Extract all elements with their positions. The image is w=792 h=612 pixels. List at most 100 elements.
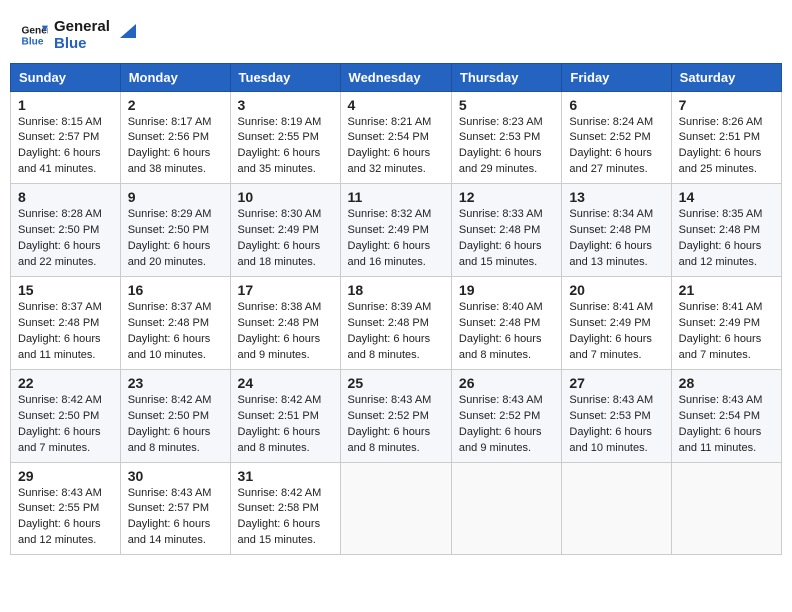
calendar-cell: 20Sunrise: 8:41 AMSunset: 2:49 PMDayligh…: [562, 277, 671, 370]
calendar-cell: 22 Sunrise: 8:42 AMSunset: 2:50 PMDayligh…: [11, 369, 121, 462]
day-info: Sunrise: 8:39 AMSunset: 2:48 PMDaylight:…: [348, 300, 444, 364]
calendar-week-2: 8 Sunrise: 8:28 AMSunset: 2:50 PMDaylight…: [11, 184, 782, 277]
day-number: 21: [679, 282, 774, 298]
day-number: 6: [569, 97, 663, 113]
day-info: Sunrise: 8:42 AMSunset: 2:51 PMDaylight:…: [238, 393, 333, 457]
calendar-cell: 29Sunrise: 8:43 AMSunset: 2:55 PMDayligh…: [11, 462, 121, 555]
day-info: Sunrise: 8:37 AMSunset: 2:48 PMDaylight:…: [18, 300, 113, 364]
day-info: Sunrise: 8:37 AMSunset: 2:48 PMDaylight:…: [128, 300, 223, 364]
day-number: 24: [238, 375, 333, 391]
col-header-wednesday: Wednesday: [340, 63, 451, 91]
day-info: Sunrise: 8:42 AMSunset: 2:50 PMDaylight:…: [18, 393, 113, 457]
calendar-cell: 9 Sunrise: 8:29 AMSunset: 2:50 PMDaylight…: [120, 184, 230, 277]
day-number: 5: [459, 97, 554, 113]
calendar-week-5: 29Sunrise: 8:43 AMSunset: 2:55 PMDayligh…: [11, 462, 782, 555]
logo-triangle: [114, 20, 136, 42]
col-header-sunday: Sunday: [11, 63, 121, 91]
calendar-cell: 15Sunrise: 8:37 AMSunset: 2:48 PMDayligh…: [11, 277, 121, 370]
calendar-cell: 6 Sunrise: 8:24 AMSunset: 2:52 PMDaylight…: [562, 91, 671, 184]
calendar-cell: 19Sunrise: 8:40 AMSunset: 2:48 PMDayligh…: [451, 277, 561, 370]
calendar-cell: 8 Sunrise: 8:28 AMSunset: 2:50 PMDaylight…: [11, 184, 121, 277]
day-info: Sunrise: 8:38 AMSunset: 2:48 PMDaylight:…: [238, 300, 333, 364]
calendar-cell: 14 Sunrise: 8:35 AMSunset: 2:48 PMDayligh…: [671, 184, 781, 277]
day-info: Sunrise: 8:29 AMSunset: 2:50 PMDaylight:…: [128, 207, 223, 271]
calendar-cell: 13Sunrise: 8:34 AMSunset: 2:48 PMDayligh…: [562, 184, 671, 277]
day-number: 3: [238, 97, 333, 113]
page-header: General Blue General Blue: [10, 10, 782, 59]
calendar-cell: 26 Sunrise: 8:43 AMSunset: 2:52 PMDayligh…: [451, 369, 561, 462]
day-info: Sunrise: 8:17 AMSunset: 2:56 PMDaylight:…: [128, 115, 223, 179]
calendar-cell: 1 Sunrise: 8:15 AMSunset: 2:57 PMDaylight…: [11, 91, 121, 184]
col-header-monday: Monday: [120, 63, 230, 91]
calendar-cell: 30Sunrise: 8:43 AMSunset: 2:57 PMDayligh…: [120, 462, 230, 555]
day-info: Sunrise: 8:21 AMSunset: 2:54 PMDaylight:…: [348, 115, 444, 179]
day-number: 8: [18, 189, 113, 205]
svg-text:Blue: Blue: [22, 37, 44, 48]
calendar-cell: 16 Sunrise: 8:37 AMSunset: 2:48 PMDayligh…: [120, 277, 230, 370]
day-number: 16: [128, 282, 223, 298]
day-number: 26: [459, 375, 554, 391]
day-info: Sunrise: 8:40 AMSunset: 2:48 PMDaylight:…: [459, 300, 554, 364]
col-header-saturday: Saturday: [671, 63, 781, 91]
col-header-thursday: Thursday: [451, 63, 561, 91]
day-info: Sunrise: 8:26 AMSunset: 2:51 PMDaylight:…: [679, 115, 774, 179]
calendar-week-4: 22 Sunrise: 8:42 AMSunset: 2:50 PMDayligh…: [11, 369, 782, 462]
calendar-week-3: 15Sunrise: 8:37 AMSunset: 2:48 PMDayligh…: [11, 277, 782, 370]
day-number: 28: [679, 375, 774, 391]
day-number: 20: [569, 282, 663, 298]
day-number: 23: [128, 375, 223, 391]
day-number: 29: [18, 468, 113, 484]
calendar-cell: 3 Sunrise: 8:19 AMSunset: 2:55 PMDaylight…: [230, 91, 340, 184]
day-number: 18: [348, 282, 444, 298]
day-info: Sunrise: 8:43 AMSunset: 2:52 PMDaylight:…: [348, 393, 444, 457]
calendar-cell: 5 Sunrise: 8:23 AMSunset: 2:53 PMDaylight…: [451, 91, 561, 184]
day-info: Sunrise: 8:43 AMSunset: 2:53 PMDaylight:…: [569, 393, 663, 457]
day-info: Sunrise: 8:32 AMSunset: 2:49 PMDaylight:…: [348, 207, 444, 271]
logo-general: General: [54, 18, 110, 35]
day-info: Sunrise: 8:30 AMSunset: 2:49 PMDaylight:…: [238, 207, 333, 271]
calendar-table: SundayMondayTuesdayWednesdayThursdayFrid…: [10, 63, 782, 556]
day-info: Sunrise: 8:43 AMSunset: 2:54 PMDaylight:…: [679, 393, 774, 457]
day-info: Sunrise: 8:24 AMSunset: 2:52 PMDaylight:…: [569, 115, 663, 179]
calendar-cell: 12 Sunrise: 8:33 AMSunset: 2:48 PMDayligh…: [451, 184, 561, 277]
day-info: Sunrise: 8:41 AMSunset: 2:49 PMDaylight:…: [679, 300, 774, 364]
day-number: 22: [18, 375, 113, 391]
day-info: Sunrise: 8:42 AMSunset: 2:50 PMDaylight:…: [128, 393, 223, 457]
calendar-cell: [451, 462, 561, 555]
day-info: Sunrise: 8:19 AMSunset: 2:55 PMDaylight:…: [238, 115, 333, 179]
calendar-week-1: 1 Sunrise: 8:15 AMSunset: 2:57 PMDaylight…: [11, 91, 782, 184]
day-info: Sunrise: 8:42 AMSunset: 2:58 PMDaylight:…: [238, 486, 333, 550]
calendar-cell: 2 Sunrise: 8:17 AMSunset: 2:56 PMDaylight…: [120, 91, 230, 184]
day-number: 11: [348, 189, 444, 205]
day-info: Sunrise: 8:43 AMSunset: 2:52 PMDaylight:…: [459, 393, 554, 457]
day-number: 2: [128, 97, 223, 113]
calendar-cell: 27Sunrise: 8:43 AMSunset: 2:53 PMDayligh…: [562, 369, 671, 462]
calendar-cell: 17Sunrise: 8:38 AMSunset: 2:48 PMDayligh…: [230, 277, 340, 370]
day-number: 31: [238, 468, 333, 484]
day-info: Sunrise: 8:23 AMSunset: 2:53 PMDaylight:…: [459, 115, 554, 179]
day-info: Sunrise: 8:15 AMSunset: 2:57 PMDaylight:…: [18, 115, 113, 179]
calendar-cell: 24 Sunrise: 8:42 AMSunset: 2:51 PMDayligh…: [230, 369, 340, 462]
day-info: Sunrise: 8:28 AMSunset: 2:50 PMDaylight:…: [18, 207, 113, 271]
calendar-cell: 28 Sunrise: 8:43 AMSunset: 2:54 PMDayligh…: [671, 369, 781, 462]
col-header-friday: Friday: [562, 63, 671, 91]
calendar-cell: 21 Sunrise: 8:41 AMSunset: 2:49 PMDayligh…: [671, 277, 781, 370]
calendar-cell: [562, 462, 671, 555]
day-number: 4: [348, 97, 444, 113]
calendar-cell: [671, 462, 781, 555]
day-info: Sunrise: 8:33 AMSunset: 2:48 PMDaylight:…: [459, 207, 554, 271]
day-number: 12: [459, 189, 554, 205]
day-info: Sunrise: 8:43 AMSunset: 2:57 PMDaylight:…: [128, 486, 223, 550]
day-info: Sunrise: 8:35 AMSunset: 2:48 PMDaylight:…: [679, 207, 774, 271]
day-number: 14: [679, 189, 774, 205]
day-number: 25: [348, 375, 444, 391]
calendar-cell: 7Sunrise: 8:26 AMSunset: 2:51 PMDaylight…: [671, 91, 781, 184]
day-number: 10: [238, 189, 333, 205]
calendar-cell: 4 Sunrise: 8:21 AMSunset: 2:54 PMDaylight…: [340, 91, 451, 184]
calendar-cell: 11 Sunrise: 8:32 AMSunset: 2:49 PMDayligh…: [340, 184, 451, 277]
day-number: 1: [18, 97, 113, 113]
day-number: 9: [128, 189, 223, 205]
col-header-tuesday: Tuesday: [230, 63, 340, 91]
logo: General Blue General Blue: [20, 18, 136, 53]
calendar-cell: [340, 462, 451, 555]
